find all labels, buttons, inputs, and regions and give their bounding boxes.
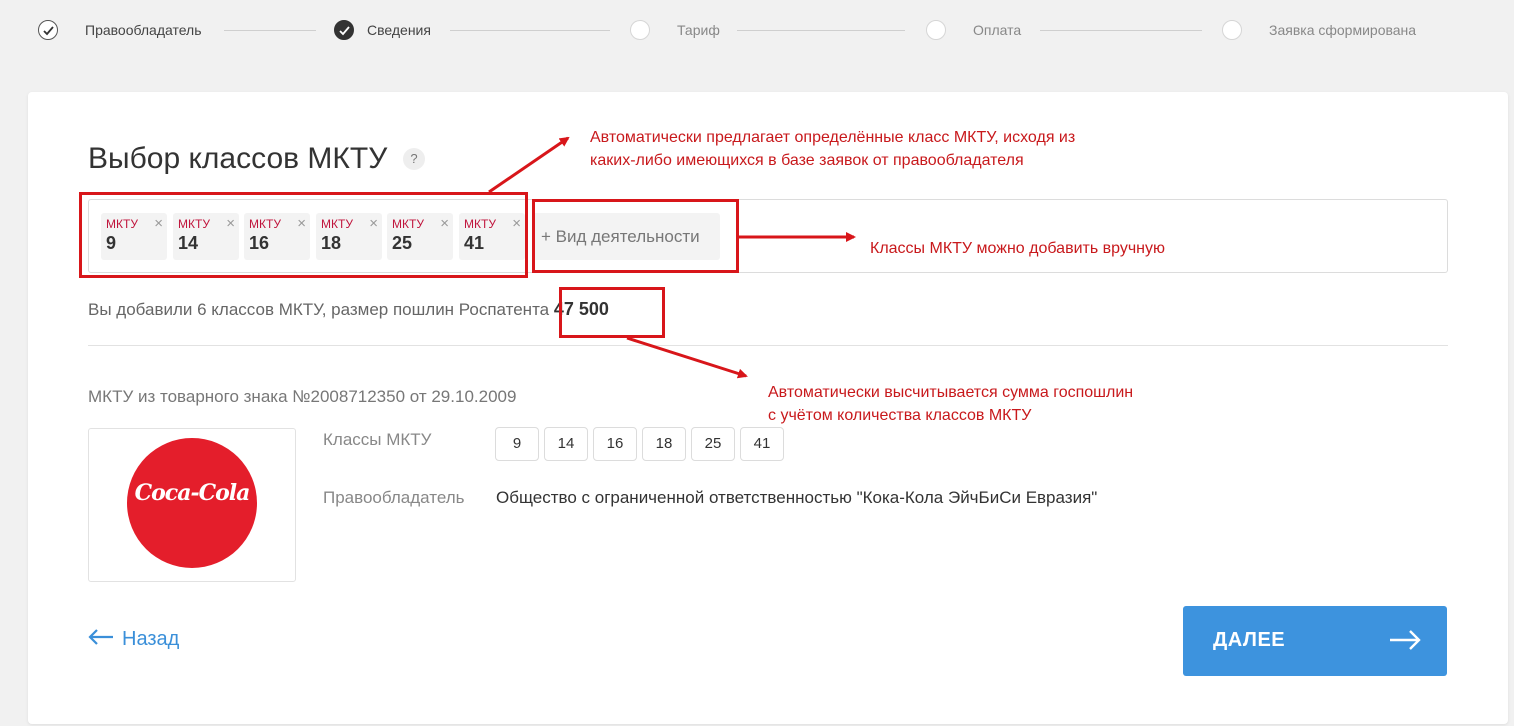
note-line: Автоматически предлагает определённые кл…	[590, 129, 1076, 146]
note-line: каких-либо имеющихся в базе заявок от пр…	[590, 152, 1024, 169]
note-line: Автоматически высчитывается сумма госпош…	[768, 384, 1134, 401]
annotation-note-fees: Автоматически высчитывается сумма госпош…	[768, 381, 1133, 427]
annotation-note-suggestions: Автоматически предлагает определённые кл…	[590, 126, 1075, 172]
annotation-note-manual: Классы МКТУ можно добавить вручную	[870, 240, 1165, 257]
annotation-arrows	[488, 136, 856, 379]
note-line: с учётом количества классов МКТУ	[768, 407, 1032, 424]
